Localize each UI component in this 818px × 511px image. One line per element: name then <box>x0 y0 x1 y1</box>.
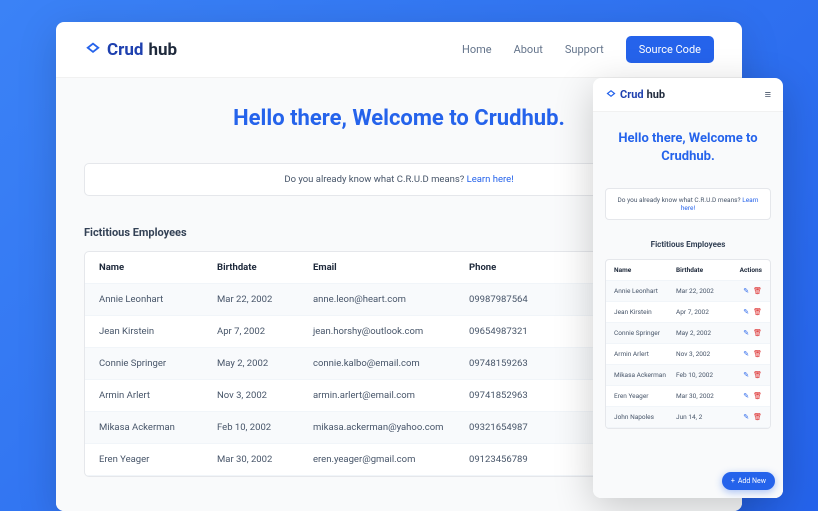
edit-icon[interactable]: ✎ <box>743 287 749 295</box>
cell-birthdate: Apr 7, 2002 <box>676 308 726 316</box>
cell-name: Connie Springer <box>614 329 676 337</box>
table-row[interactable]: Armin ArlertNov 3, 2002✎🗑 <box>606 344 770 365</box>
table-row[interactable]: Mikasa AckermanFeb 10, 2002✎🗑 <box>606 365 770 386</box>
cell-birthdate: Apr 7, 2002 <box>217 326 313 337</box>
cell-name: Jean Kirstein <box>614 308 676 316</box>
cell-actions: ✎🗑 <box>726 287 762 295</box>
cell-actions: ✎🗑 <box>726 371 762 379</box>
logo[interactable]: Crudhub <box>84 40 177 60</box>
cell-name: Connie Springer <box>99 358 217 369</box>
hamburger-icon[interactable]: ≡ <box>765 88 771 101</box>
nav-home[interactable]: Home <box>462 43 492 56</box>
nav-about[interactable]: About <box>514 43 543 56</box>
cell-name: Jean Kirstein <box>99 326 217 337</box>
mobile-logo[interactable]: Crudhub <box>605 88 665 101</box>
cell-birthdate: May 2, 2002 <box>217 358 313 369</box>
edit-icon[interactable]: ✎ <box>743 329 749 337</box>
table-row[interactable]: Jean KirsteinApr 7, 2002✎🗑 <box>606 302 770 323</box>
delete-icon[interactable]: 🗑 <box>753 287 762 295</box>
delete-icon[interactable]: 🗑 <box>753 371 762 379</box>
cell-email: anne.leon@heart.com <box>313 294 469 305</box>
cell-name: Armin Arlert <box>99 390 217 401</box>
cell-email: mikasa.ackerman@yahoo.com <box>313 422 469 433</box>
logo-text-a: Crud <box>620 88 644 101</box>
mobile-hero-title: Hello there, Welcome to Crudhub. <box>605 130 771 166</box>
cell-birthdate: Mar 22, 2002 <box>676 287 726 295</box>
cell-birthdate: Feb 10, 2002 <box>676 371 726 379</box>
learn-here-link[interactable]: Learn here! <box>467 174 514 185</box>
cell-name: Mikasa Ackerman <box>614 371 676 379</box>
delete-icon[interactable]: 🗑 <box>753 392 762 400</box>
logo-icon <box>84 41 102 59</box>
cell-actions: ✎🗑 <box>726 350 762 358</box>
col-birthdate: Birthdate <box>217 262 313 273</box>
cell-birthdate: Jun 14, 2 <box>676 413 726 421</box>
desktop-header: Crudhub Home About Support Source Code <box>56 22 742 78</box>
logo-icon <box>605 89 617 101</box>
cell-actions: ✎🗑 <box>726 413 762 421</box>
info-text: Do you already know what C.R.U.D means? <box>284 174 466 185</box>
col-name: Name <box>614 266 676 274</box>
cell-name: Annie Leonhart <box>99 294 217 305</box>
cell-email: connie.kalbo@email.com <box>313 358 469 369</box>
mobile-section-title: Fictitious Employees <box>605 240 771 249</box>
cell-name: John Napoles <box>614 413 676 421</box>
logo-text-b: hub <box>647 88 666 101</box>
edit-icon[interactable]: ✎ <box>743 308 749 316</box>
col-email: Email <box>313 262 469 273</box>
cell-actions: ✎🗑 <box>726 329 762 337</box>
source-code-button[interactable]: Source Code <box>626 36 714 63</box>
mobile-viewport: Crudhub ≡ Hello there, Welcome to Crudhu… <box>593 78 783 498</box>
info-text: Do you already know what C.R.U.D means? <box>618 196 743 204</box>
edit-icon[interactable]: ✎ <box>743 371 749 379</box>
nav-support[interactable]: Support <box>565 43 604 56</box>
col-birthdate: Birthdate <box>676 266 726 274</box>
add-new-label: Add New <box>738 477 766 485</box>
table-row[interactable]: Eren YeagerMar 30, 2002✎🗑 <box>606 386 770 407</box>
cell-birthdate: Mar 30, 2002 <box>676 392 726 400</box>
delete-icon[interactable]: 🗑 <box>753 350 762 358</box>
cell-name: Armin Arlert <box>614 350 676 358</box>
cell-birthdate: Nov 3, 2002 <box>676 350 726 358</box>
cell-name: Eren Yeager <box>614 392 676 400</box>
desktop-nav: Home About Support Source Code <box>462 36 714 63</box>
cell-actions: ✎🗑 <box>726 308 762 316</box>
delete-icon[interactable]: 🗑 <box>753 308 762 316</box>
delete-icon[interactable]: 🗑 <box>753 413 762 421</box>
col-name: Name <box>99 262 217 273</box>
mobile-info-banner: Do you already know what C.R.U.D means? … <box>605 188 771 220</box>
cell-actions: ✎🗑 <box>726 392 762 400</box>
edit-icon[interactable]: ✎ <box>743 350 749 358</box>
cell-email: eren.yeager@gmail.com <box>313 454 469 465</box>
mobile-table-header-row: Name Birthdate Actions <box>606 260 770 281</box>
cell-name: Annie Leonhart <box>614 287 676 295</box>
cell-name: Eren Yeager <box>99 454 217 465</box>
add-new-button[interactable]: + Add New <box>722 472 775 490</box>
col-actions: Actions <box>726 266 762 274</box>
delete-icon[interactable]: 🗑 <box>753 329 762 337</box>
logo-text-a: Crud <box>107 40 143 60</box>
table-row[interactable]: Annie LeonhartMar 22, 2002✎🗑 <box>606 281 770 302</box>
cell-birthdate: May 2, 2002 <box>676 329 726 337</box>
cell-birthdate: Nov 3, 2002 <box>217 390 313 401</box>
edit-icon[interactable]: ✎ <box>743 392 749 400</box>
cell-birthdate: Mar 22, 2002 <box>217 294 313 305</box>
plus-icon: + <box>731 477 735 485</box>
cell-email: armin.arlert@email.com <box>313 390 469 401</box>
table-row[interactable]: Connie SpringerMay 2, 2002✎🗑 <box>606 323 770 344</box>
cell-birthdate: Feb 10, 2002 <box>217 422 313 433</box>
cell-birthdate: Mar 30, 2002 <box>217 454 313 465</box>
edit-icon[interactable]: ✎ <box>743 413 749 421</box>
mobile-header: Crudhub ≡ <box>593 78 783 112</box>
logo-text-b: hub <box>148 40 177 60</box>
cell-name: Mikasa Ackerman <box>99 422 217 433</box>
cell-email: jean.horshy@outlook.com <box>313 326 469 337</box>
mobile-body: Hello there, Welcome to Crudhub. Do you … <box>593 112 783 498</box>
table-row[interactable]: John NapolesJun 14, 2✎🗑 <box>606 407 770 428</box>
mobile-employees-table: Name Birthdate Actions Annie LeonhartMar… <box>605 259 771 429</box>
